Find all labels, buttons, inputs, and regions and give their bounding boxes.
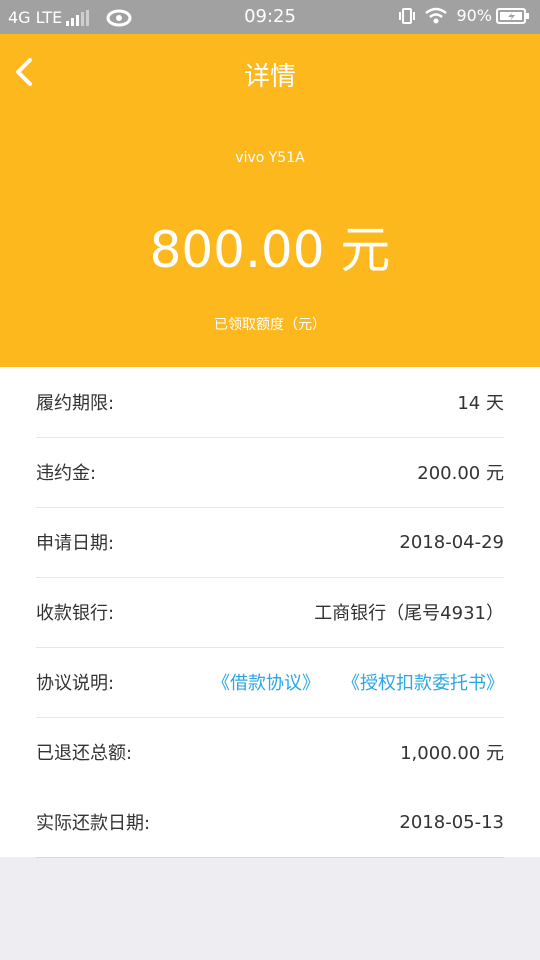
- row-label: 收款银行:: [36, 603, 115, 624]
- amount-value: 800.00 元: [149, 221, 391, 279]
- agreement-links: 《借款协议》 《授权扣款委托书》: [212, 669, 504, 695]
- row-agreements: 协议说明: 《借款协议》 《授权扣款委托书》: [36, 647, 504, 717]
- row-term: 履约期限: 14 天: [36, 367, 504, 437]
- row-value: 1,000.00 元: [400, 743, 504, 764]
- row-value: 14 天: [457, 393, 504, 414]
- row-repay-date: 实际还款日期: 2018-05-13: [36, 787, 504, 857]
- row-label: 实际还款日期:: [36, 813, 151, 834]
- divider: [36, 857, 504, 858]
- battery-percent: 90%: [456, 6, 492, 25]
- row-label: 已退还总额:: [36, 743, 133, 764]
- row-value: 2018-04-29: [399, 531, 504, 553]
- row-apply-date: 申请日期: 2018-04-29: [36, 507, 504, 577]
- status-right: 90%: [398, 6, 530, 25]
- row-value: 200.00 元: [417, 463, 504, 484]
- row-bank: 收款银行: 工商银行（尾号4931）: [36, 577, 504, 647]
- row-label: 违约金:: [36, 463, 97, 484]
- row-label: 履约期限:: [36, 393, 115, 414]
- row-label: 申请日期:: [36, 533, 115, 554]
- row-refunded-total: 已退还总额: 1,000.00 元: [36, 717, 504, 787]
- debit-authorization-link[interactable]: 《授权扣款委托书》: [342, 669, 504, 695]
- page-title: 详情: [243, 62, 296, 92]
- status-bar: 4G LTE 09:25 90%: [0, 0, 540, 34]
- battery-charging-icon: [496, 7, 529, 24]
- row-penalty: 违约金: 200.00 元: [36, 437, 504, 507]
- amount-label: 已领取额度（元）: [214, 317, 326, 333]
- header-panel: 详情 vivo Y51A 800.00 元 已领取额度（元）: [0, 34, 540, 367]
- wifi-icon: [425, 7, 448, 23]
- details-card: 履约期限: 14 天 违约金: 200.00 元 申请日期: 2018-04-2…: [0, 367, 540, 857]
- device-name: vivo Y51A: [235, 150, 305, 166]
- row-value: 工商银行（尾号4931）: [314, 603, 504, 624]
- vibrate-icon: [399, 7, 416, 24]
- row-label: 协议说明:: [36, 673, 115, 694]
- row-value: 2018-05-13: [399, 811, 504, 833]
- loan-agreement-link[interactable]: 《借款协议》: [212, 669, 320, 695]
